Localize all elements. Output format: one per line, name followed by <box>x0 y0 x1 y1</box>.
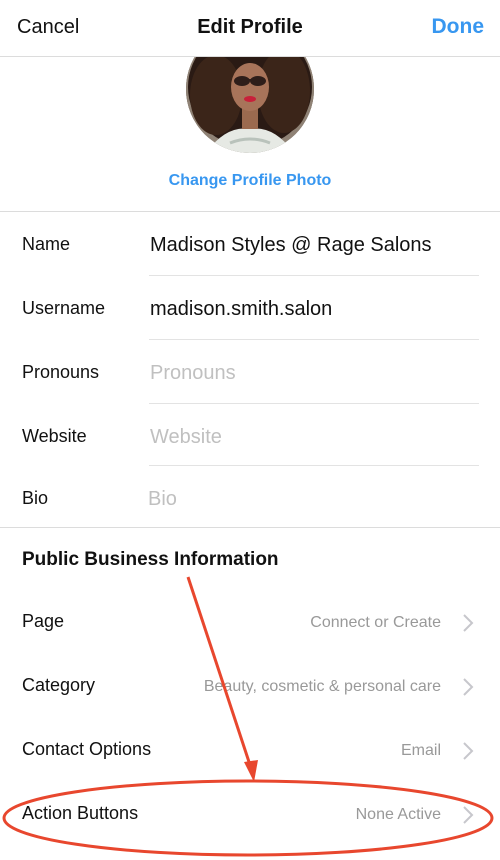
chevron-right-icon <box>463 742 474 760</box>
action-buttons-row-label: Action Buttons <box>22 803 139 823</box>
page-title: Edit Profile <box>197 16 303 38</box>
page-row-value: Connect or Create <box>310 614 441 631</box>
category-row-value: Beauty, cosmetic & personal care <box>203 678 441 695</box>
pronouns-input[interactable] <box>150 358 480 388</box>
action-buttons-row[interactable]: Action Buttons None Active <box>0 784 500 848</box>
chevron-right-icon <box>463 614 474 632</box>
contact-options-row-value: Email <box>400 742 441 759</box>
username-input[interactable] <box>150 294 480 324</box>
category-row[interactable]: Category Beauty, cosmetic & personal car… <box>0 656 500 720</box>
bio-label: Bio <box>22 488 49 508</box>
field-divider <box>149 403 479 404</box>
nav-header: Cancel Edit Profile Done <box>0 0 500 57</box>
done-button[interactable]: Done <box>432 15 485 39</box>
page-row[interactable]: Page Connect or Create <box>0 592 500 656</box>
name-label: Name <box>22 234 71 254</box>
section-divider <box>0 527 500 528</box>
contact-options-row[interactable]: Contact Options Email <box>0 720 500 784</box>
bio-input[interactable] <box>148 484 478 514</box>
section-divider <box>0 211 500 212</box>
action-buttons-row-value: None Active <box>355 806 441 823</box>
business-section-title: Public Business Information <box>22 549 279 570</box>
field-divider <box>149 465 479 466</box>
chevron-right-icon <box>463 678 474 696</box>
pronouns-label: Pronouns <box>22 362 100 382</box>
page-row-label: Page <box>22 611 65 631</box>
change-profile-photo-link[interactable]: Change Profile Photo <box>0 172 500 190</box>
name-input[interactable] <box>150 230 480 260</box>
username-label: Username <box>22 298 106 318</box>
website-label: Website <box>22 426 87 446</box>
category-row-label: Category <box>22 675 96 695</box>
field-divider <box>149 339 479 340</box>
contact-options-row-label: Contact Options <box>22 739 152 759</box>
chevron-right-icon <box>463 806 474 824</box>
website-input[interactable] <box>150 422 480 452</box>
field-divider <box>149 275 479 276</box>
